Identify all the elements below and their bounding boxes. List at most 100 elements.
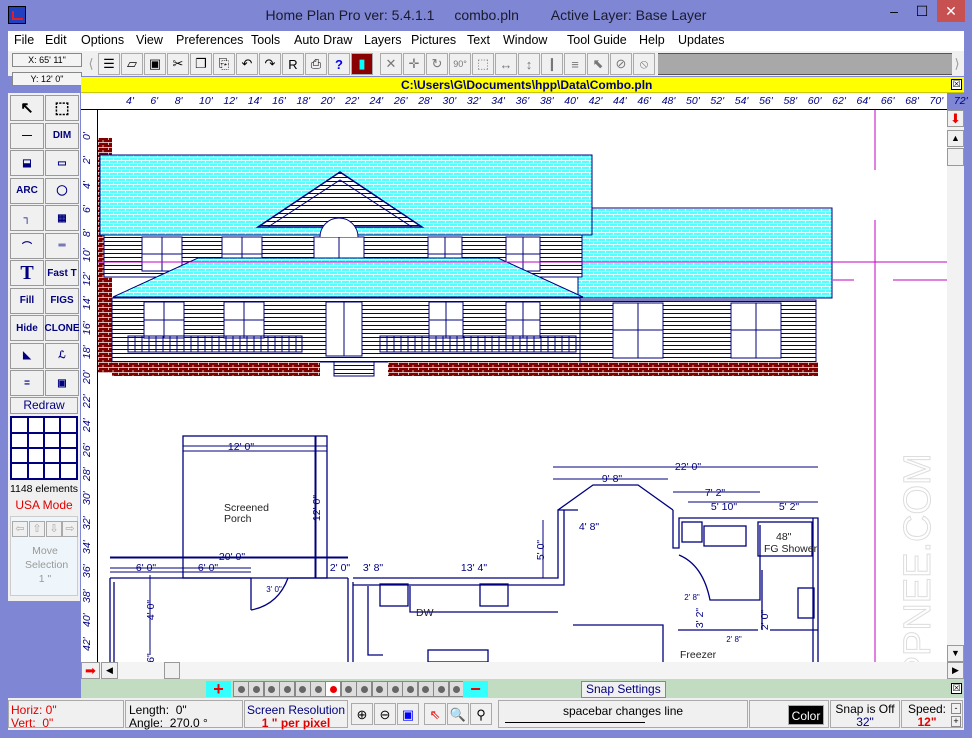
fill-tool[interactable]: Fill bbox=[10, 287, 44, 314]
new-file-icon[interactable]: ☰ bbox=[98, 53, 120, 75]
snap-level[interactable] bbox=[310, 681, 326, 697]
redraw-button[interactable]: Redraw bbox=[10, 397, 78, 414]
menu-pictures[interactable]: Pictures bbox=[411, 33, 456, 47]
move-down-arrow-icon[interactable]: ⇩ bbox=[46, 521, 62, 537]
close-snap-bar-button[interactable]: ☒ bbox=[951, 683, 962, 694]
snap-level[interactable] bbox=[371, 681, 388, 697]
wall-tool[interactable]: ┐ bbox=[10, 205, 44, 231]
freehand-tool[interactable]: ℒ bbox=[45, 342, 79, 369]
zoom-area-icon[interactable]: ⚲ bbox=[470, 703, 492, 725]
horizontal-scroll-thumb[interactable] bbox=[164, 662, 180, 679]
menu-preferences[interactable]: Preferences bbox=[176, 33, 243, 47]
move-right-arrow-icon[interactable]: ⇨ bbox=[62, 521, 78, 537]
select-arrow-tool[interactable]: ↖ bbox=[10, 95, 44, 121]
snap-level[interactable] bbox=[387, 681, 403, 697]
menu-view[interactable]: View bbox=[136, 33, 163, 47]
select-box-tool[interactable]: ⬚ bbox=[45, 95, 79, 121]
line-style-indicator[interactable]: spacebar changes line bbox=[498, 700, 748, 728]
menu-auto-draw[interactable]: Auto Draw bbox=[294, 33, 352, 47]
clone-tool[interactable]: CLONE bbox=[45, 315, 80, 341]
snap-level[interactable] bbox=[279, 681, 296, 697]
menu-options[interactable]: Options bbox=[81, 33, 124, 47]
scroll-down-button[interactable]: ▼ bbox=[947, 645, 964, 662]
red-right-arrow-icon[interactable]: ➡ bbox=[81, 662, 100, 679]
toolbar-scroll-right[interactable]: ⟩ bbox=[952, 53, 962, 75]
units-mode[interactable]: USA Mode bbox=[8, 498, 80, 512]
snap-level[interactable] bbox=[294, 681, 311, 697]
rotate-90-icon[interactable]: 90° bbox=[449, 53, 471, 75]
snap-increase-button[interactable]: + bbox=[206, 679, 231, 699]
double-rectangle-tool[interactable]: ▣ bbox=[45, 370, 79, 396]
snap-status[interactable]: Snap is Off 32" bbox=[830, 700, 900, 729]
undo-circle-icon[interactable]: ⊘ bbox=[610, 53, 632, 75]
double-line-tool[interactable]: = bbox=[10, 370, 44, 396]
line-style-icon[interactable]: ≡ bbox=[564, 53, 586, 75]
register-icon[interactable]: R bbox=[282, 53, 304, 75]
line-tool[interactable]: — bbox=[10, 122, 44, 149]
window-tool[interactable]: ═ bbox=[45, 232, 79, 259]
rotate-icon[interactable]: ↻ bbox=[426, 53, 448, 75]
paste-icon[interactable]: ⎘ bbox=[213, 53, 235, 75]
horizontal-scrollbar[interactable]: ➡ ◀ ▶ bbox=[81, 662, 964, 679]
speed-increase-button[interactable]: + bbox=[951, 716, 961, 727]
circle-tool[interactable]: ◯ bbox=[45, 177, 79, 204]
snap-level[interactable] bbox=[402, 681, 419, 697]
copy-icon[interactable]: ❐ bbox=[190, 53, 212, 75]
picture-tool[interactable]: ◣ bbox=[10, 342, 44, 369]
layer-grid[interactable] bbox=[10, 416, 78, 480]
zoom-in-icon[interactable]: ⊕ bbox=[351, 703, 373, 725]
move-left-arrow-icon[interactable]: ⇦ bbox=[12, 521, 28, 537]
snap-level[interactable] bbox=[263, 681, 280, 697]
menu-file[interactable]: File bbox=[14, 33, 34, 47]
menu-help[interactable]: Help bbox=[639, 33, 665, 47]
dimension-tool[interactable]: DIM bbox=[45, 122, 79, 149]
hide-tool[interactable]: Hide bbox=[10, 315, 44, 341]
window-grid-tool[interactable]: ▦ bbox=[45, 205, 79, 231]
delete-icon[interactable]: ✕ bbox=[380, 53, 402, 75]
red-down-arrow-icon[interactable]: ⬇ bbox=[947, 110, 964, 127]
undo-icon[interactable]: ↶ bbox=[236, 53, 258, 75]
close-path-bar-button[interactable]: ☒ bbox=[951, 79, 962, 90]
snap-level[interactable] bbox=[248, 681, 265, 697]
zoom-window-icon[interactable]: 🔍 bbox=[447, 703, 469, 725]
scroll-up-button[interactable]: ▲ bbox=[947, 130, 964, 147]
scroll-right-button[interactable]: ▶ bbox=[947, 662, 964, 679]
snap-level-active[interactable] bbox=[325, 681, 342, 697]
redo-icon[interactable]: ↷ bbox=[259, 53, 281, 75]
snap-settings-button[interactable]: Snap Settings bbox=[581, 681, 666, 698]
minimize-button[interactable]: – bbox=[880, 0, 908, 22]
fast-text-tool[interactable]: Fast T bbox=[45, 260, 79, 286]
snap-level[interactable] bbox=[417, 681, 434, 697]
color-bars-icon[interactable]: ❙ bbox=[541, 53, 563, 75]
move-up-arrow-icon[interactable]: ⇧ bbox=[29, 521, 45, 537]
maximize-button[interactable]: ☐ bbox=[908, 0, 936, 22]
snap-level[interactable] bbox=[233, 681, 249, 697]
menu-text[interactable]: Text bbox=[467, 33, 490, 47]
vertical-scrollbar[interactable]: ⬇ ▲ ▼ bbox=[947, 110, 964, 662]
toolbar-scroll-left[interactable]: ⟨ bbox=[86, 53, 96, 75]
door-tool[interactable]: ⌒ bbox=[10, 232, 44, 259]
exit-door-icon[interactable]: ▮ bbox=[351, 53, 373, 75]
cut-icon[interactable]: ✂ bbox=[167, 53, 189, 75]
snap-decrease-button[interactable]: − bbox=[463, 679, 488, 699]
polygon-room-tool[interactable]: ⬓ bbox=[10, 150, 44, 176]
rectangle-tool[interactable]: ▭ bbox=[45, 150, 79, 176]
menu-updates[interactable]: Updates bbox=[678, 33, 725, 47]
vertical-scroll-thumb[interactable] bbox=[947, 148, 964, 166]
save-icon[interactable]: ▣ bbox=[144, 53, 166, 75]
figures-tool[interactable]: FIGS bbox=[45, 287, 79, 314]
arc-tool[interactable]: ARC bbox=[10, 177, 44, 204]
no-select-icon[interactable]: ⦸ bbox=[633, 53, 655, 75]
flip-horizontal-icon[interactable]: ↔ bbox=[495, 53, 517, 75]
color-button[interactable]: Color bbox=[788, 705, 824, 725]
menu-tool-guide[interactable]: Tool Guide bbox=[567, 33, 627, 47]
zoom-previous-icon[interactable]: ⇖ bbox=[424, 703, 446, 725]
zoom-fit-icon[interactable]: ▣ bbox=[397, 703, 419, 725]
help-icon[interactable]: ? bbox=[328, 53, 350, 75]
move-icon[interactable]: ✛ bbox=[403, 53, 425, 75]
close-button[interactable]: ✕ bbox=[937, 0, 965, 22]
select-group-icon[interactable]: ⬉ bbox=[587, 53, 609, 75]
zoom-out-icon[interactable]: ⊖ bbox=[374, 703, 396, 725]
open-folder-icon[interactable]: ▱ bbox=[121, 53, 143, 75]
drawing-canvas[interactable]: 12' 0" 12' 0" 20' 0" 6' 0" 6' 0" 2' 0" 3… bbox=[98, 110, 947, 662]
